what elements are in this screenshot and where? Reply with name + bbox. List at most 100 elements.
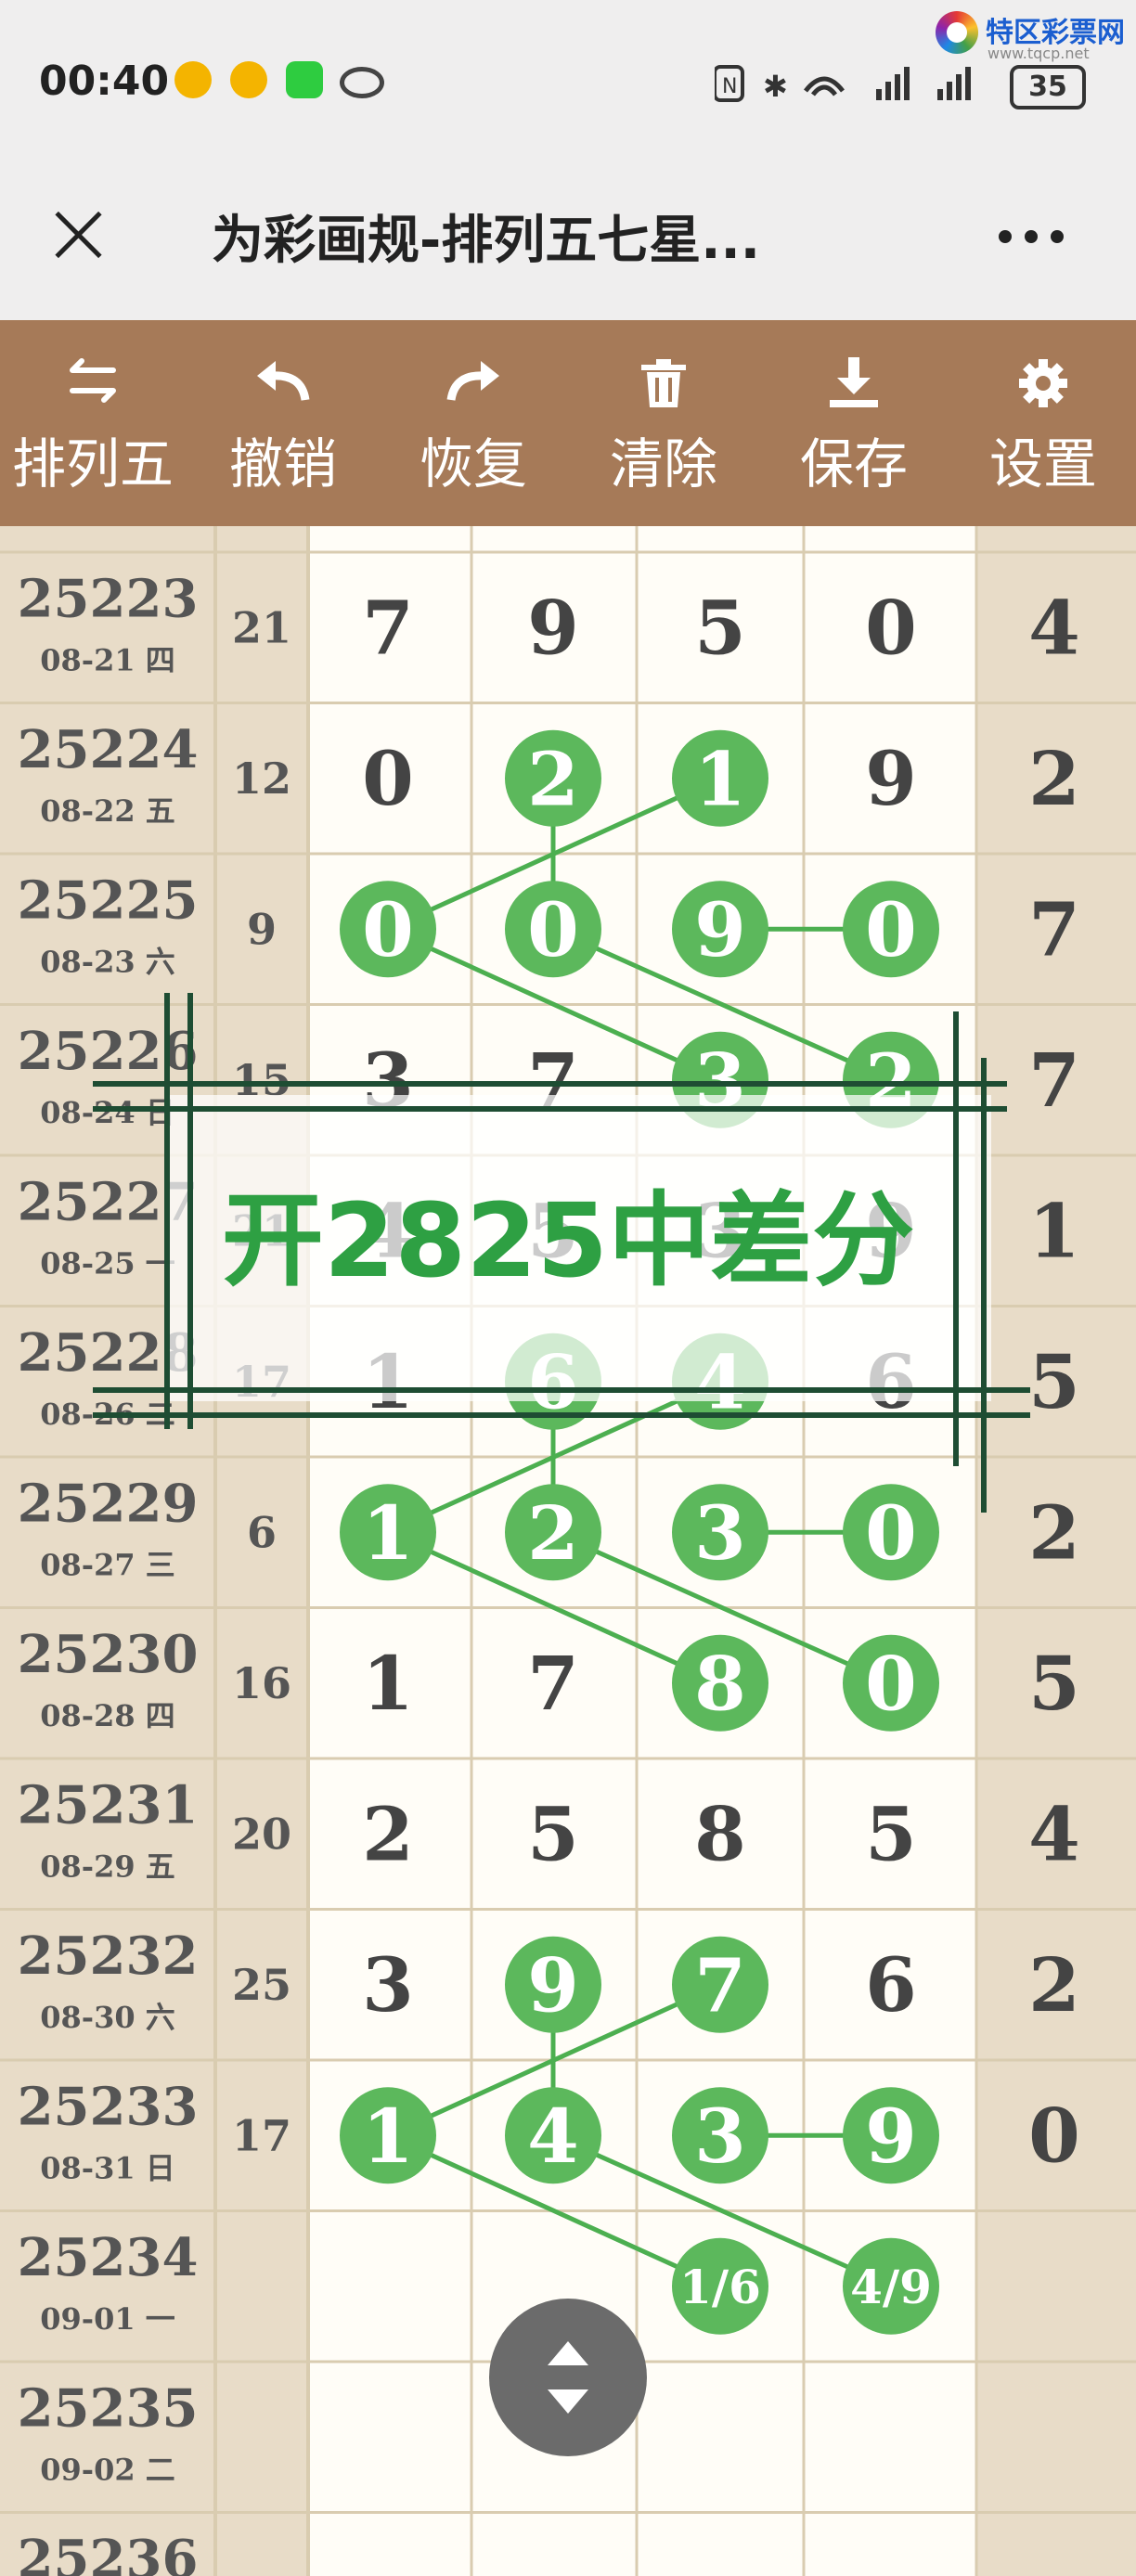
digit-sum: 25 [232, 1960, 291, 2010]
highlight-digit: 2 [527, 1489, 579, 1577]
issue-date: 08-25 一 [40, 1245, 175, 1281]
issue-number: 25232 [18, 1926, 199, 1987]
more-options-button[interactable] [993, 223, 1067, 251]
issue-date: 08-23 六 [40, 944, 175, 979]
status-bar: 00:40 N ✱ 35 特区彩票网 www.tqcp.net [0, 0, 1136, 167]
weibo-icon [174, 61, 212, 98]
last-digit: 7 [1028, 885, 1080, 972]
issue-date: 08-24 日 [40, 1095, 175, 1130]
battery-icon: 35 [1010, 65, 1086, 109]
title-bar: 为彩画规-排列五七星... [0, 167, 1136, 320]
highlight-digit: 8 [694, 1641, 746, 1728]
highlight-digit: 2 [527, 736, 579, 823]
last-digit: 0 [1028, 2092, 1080, 2179]
highlight-digit: 0 [865, 1489, 917, 1577]
digit-sum: 6 [247, 1507, 277, 1557]
issue-date: 08-30 六 [40, 2000, 175, 2035]
wechat-icon [286, 61, 323, 98]
save-button[interactable]: 保存 [761, 320, 947, 526]
watermark-url: www.tqcp.net [988, 45, 1090, 62]
highlight-digit: 4 [527, 2093, 579, 2180]
svg-text:N: N [722, 75, 737, 98]
signal-icon: N ✱ [715, 65, 971, 104]
issue-date: 08-29 五 [40, 1848, 175, 1884]
redo-label: 恢复 [419, 432, 527, 496]
issue-date: 08-22 五 [40, 793, 175, 829]
highlight-digit: 1 [362, 1489, 414, 1577]
issue-date: 08-28 四 [40, 1698, 175, 1733]
eye-icon [340, 67, 384, 98]
issue-number: 25226 [18, 1021, 199, 1082]
highlight-digit: 3 [694, 2093, 746, 2180]
issue-number: 25225 [18, 869, 199, 931]
digit: 5 [527, 1790, 579, 1877]
issue-number: 25229 [18, 1473, 199, 1534]
highlight-digit: 0 [865, 1641, 917, 1728]
issue-date: 08-21 四 [40, 642, 175, 677]
gear-icon [1019, 359, 1067, 407]
last-digit: 2 [1028, 1488, 1080, 1576]
highlight-digit: 3 [694, 1489, 746, 1577]
digit-sum: 20 [232, 1809, 291, 1859]
digit-sum: 21 [232, 602, 291, 652]
digit: 5 [694, 584, 746, 671]
digit-sum: 17 [232, 2110, 291, 2160]
digit: 5 [865, 1790, 917, 1877]
redo-button[interactable]: 恢复 [381, 320, 566, 526]
digit: 7 [527, 1640, 579, 1727]
issue-number: 25224 [18, 719, 199, 780]
scroll-toggle-button[interactable] [489, 2299, 647, 2456]
settings-label: 设置 [988, 432, 1097, 496]
highlight-digit: 0 [865, 886, 917, 973]
download-icon [830, 357, 878, 407]
last-digit: 5 [1028, 1338, 1080, 1425]
clear-label: 清除 [609, 432, 717, 496]
digit: 1 [362, 1640, 414, 1727]
highlight-digit: 9 [865, 2093, 917, 2180]
digit: 9 [865, 735, 917, 822]
page-title: 为彩画规-排列五七星... [212, 211, 761, 271]
toolbar: 排列五 撤销 恢复 清除 保存 设置 [0, 320, 1136, 526]
trend-chart[interactable]: 2522308-21 四21 7 9 5 0 42522408-22 五12 0 2 1 9 225… [0, 526, 1136, 2576]
undo-label: 撤销 [228, 432, 337, 496]
save-label: 保存 [799, 432, 908, 496]
issue-number: 25223 [18, 568, 199, 629]
issue-number: 25231 [18, 1774, 199, 1835]
clear-button[interactable]: 清除 [571, 320, 756, 526]
digit: 3 [362, 1941, 414, 2029]
issue-number: 25235 [18, 2377, 199, 2439]
digit: 9 [527, 584, 579, 671]
digit: 8 [694, 1790, 746, 1877]
digit: 0 [865, 584, 917, 671]
switch-game-label: 排列五 [11, 432, 174, 496]
battery-level: 35 [1028, 71, 1067, 103]
highlight-digit: 0 [362, 886, 414, 973]
swap-icon [70, 358, 116, 403]
switch-game-button[interactable]: 排列五 [0, 320, 186, 526]
redo-icon [446, 361, 499, 401]
last-digit: 2 [1028, 1941, 1080, 2029]
close-button[interactable] [46, 202, 111, 267]
undo-icon [257, 361, 310, 401]
highlight-digit: 9 [694, 886, 746, 973]
undo-button[interactable]: 撤销 [190, 320, 376, 526]
last-digit: 4 [1028, 1790, 1080, 1877]
digit: 0 [362, 735, 414, 822]
digit: 7 [362, 584, 414, 671]
overlay-text: 开2825中差分 [222, 1181, 914, 1300]
issue-number: 25236 [18, 2529, 199, 2576]
issue-date: 08-31 日 [40, 2150, 175, 2185]
watermark-logo-icon [936, 11, 978, 54]
highlight-digit: 1 [362, 2093, 414, 2180]
last-digit: 7 [1028, 1037, 1080, 1124]
settings-button[interactable]: 设置 [950, 320, 1136, 526]
svg-text:✱: ✱ [763, 69, 788, 104]
digit: 2 [362, 1790, 414, 1877]
highlight-digit: 4/9 [850, 2260, 932, 2314]
issue-date: 09-02 二 [40, 2452, 175, 2487]
digit-sum: 9 [247, 904, 277, 954]
last-digit: 5 [1028, 1640, 1080, 1727]
highlight-digit: 1/6 [679, 2260, 761, 2314]
issue-number: 25233 [18, 2076, 199, 2137]
highlight-digit: 1 [694, 736, 746, 823]
